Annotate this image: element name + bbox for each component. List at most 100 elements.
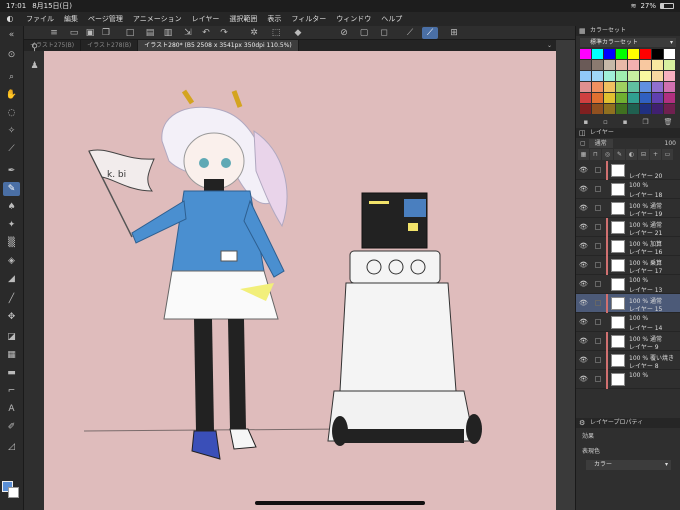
- new-layer-icon[interactable]: +: [650, 149, 661, 160]
- tab-illust-278[interactable]: イラスト278(B): [81, 40, 139, 51]
- color-swatch[interactable]: [652, 82, 663, 92]
- gradient-icon[interactable]: ▦: [3, 348, 20, 362]
- tab-illust-280[interactable]: イラスト280* (B5 2508 x 3541px 350dpi 110.5%…: [138, 40, 299, 51]
- color-swatch[interactable]: [592, 49, 603, 59]
- eye-icon[interactable]: 👁: [579, 166, 588, 174]
- layer-row[interactable]: 👁 100 % 乗算 レイヤー 17: [576, 256, 680, 275]
- color-swatch[interactable]: [628, 104, 639, 114]
- menu-selection[interactable]: 選択範囲: [229, 14, 257, 24]
- layer-row[interactable]: 👁 100 % 通常 レイヤー 21: [576, 218, 680, 237]
- app-logo-icon[interactable]: ◐: [4, 14, 16, 24]
- opacity-value[interactable]: 100: [665, 140, 676, 147]
- color-swatch[interactable]: [628, 49, 639, 59]
- layer-row[interactable]: 👁 100 % レイヤー 14: [576, 313, 680, 332]
- color-swatch[interactable]: [592, 82, 603, 92]
- brush-icon[interactable]: ♠: [3, 200, 20, 214]
- eye-icon[interactable]: 👁: [579, 375, 588, 383]
- eye-icon[interactable]: 👁: [579, 280, 588, 288]
- color-swatch[interactable]: [580, 60, 591, 70]
- color-swatch[interactable]: [604, 71, 615, 81]
- deselect-icon[interactable]: ◻: [376, 27, 392, 39]
- layer-panel-header[interactable]: ◫ レイヤー: [576, 128, 680, 138]
- pencil-icon[interactable]: ✎: [3, 182, 20, 196]
- color-swatch[interactable]: [664, 82, 675, 92]
- search-icon[interactable]: ⌕: [3, 70, 20, 84]
- layer-row[interactable]: 👁 100 % レイヤー 13: [576, 275, 680, 294]
- chevron-down-icon[interactable]: ⌄: [543, 40, 556, 51]
- settings-icon[interactable]: ✲: [246, 27, 262, 39]
- color-swatch[interactable]: [664, 60, 675, 70]
- canvas[interactable]: k. bi: [44, 51, 556, 510]
- eye-icon[interactable]: 👁: [579, 242, 588, 250]
- sub-color-swatch[interactable]: [8, 487, 19, 498]
- expression-color-select[interactable]: カラー ▾: [586, 460, 671, 470]
- layer-checkbox[interactable]: [595, 262, 601, 268]
- layer-checkbox[interactable]: [595, 224, 601, 230]
- menu-file[interactable]: ファイル: [26, 14, 54, 24]
- layer-checkbox[interactable]: [595, 357, 601, 363]
- color-swatch[interactable]: [604, 49, 615, 59]
- layer-property-header[interactable]: ⚙ レイヤープロパティ: [576, 418, 680, 428]
- lock-icon[interactable]: ▢: [580, 140, 586, 147]
- layer-row[interactable]: 👁 100 % 通常 レイヤー 15: [576, 294, 680, 313]
- reference-icon[interactable]: ◎: [602, 149, 613, 160]
- color-swatch[interactable]: [604, 60, 615, 70]
- color-swatch[interactable]: [580, 93, 591, 103]
- collapse-icon[interactable]: «: [3, 28, 20, 42]
- color-swatch[interactable]: [640, 82, 651, 92]
- layer-checkbox[interactable]: [595, 338, 601, 344]
- save-icon[interactable]: ▥: [160, 27, 176, 39]
- select-icon[interactable]: ▢: [356, 27, 372, 39]
- blend-mode-select[interactable]: 通常: [588, 139, 613, 148]
- color-swatch[interactable]: [580, 71, 591, 81]
- layer-checkbox[interactable]: [595, 186, 601, 192]
- ruler-icon[interactable]: ⌐: [3, 384, 20, 398]
- color-swatch[interactable]: [616, 82, 627, 92]
- color-swatch[interactable]: [652, 104, 663, 114]
- new-canvas-icon[interactable]: □: [122, 27, 138, 39]
- color-swatch[interactable]: [592, 93, 603, 103]
- add-color-icon[interactable]: ▪: [583, 118, 588, 126]
- color-swatch[interactable]: [628, 71, 639, 81]
- copy-color-icon[interactable]: ❐: [642, 118, 648, 126]
- layer-checkbox[interactable]: [595, 281, 601, 287]
- color-swatch[interactable]: [592, 104, 603, 114]
- menu-page[interactable]: ページ管理: [88, 14, 123, 24]
- clip-icon[interactable]: ⊓: [590, 149, 601, 160]
- layer-checkbox[interactable]: [595, 376, 601, 382]
- correct-line-icon[interactable]: ◿: [3, 440, 20, 454]
- eye-icon[interactable]: 👁: [579, 223, 588, 231]
- color-swatch[interactable]: [628, 93, 639, 103]
- fill-bucket-icon[interactable]: ◪: [3, 330, 20, 344]
- redo-icon[interactable]: ↷: [216, 27, 232, 39]
- color-swatch[interactable]: [652, 60, 663, 70]
- lock-transparent-icon[interactable]: ▦: [578, 149, 589, 160]
- eyedropper-icon[interactable]: ⟋: [3, 142, 20, 156]
- copy-icon[interactable]: ❐: [98, 27, 114, 39]
- color-swatch[interactable]: [628, 60, 639, 70]
- color-swatch[interactable]: [616, 49, 627, 59]
- menu-window[interactable]: ウィンドウ: [336, 14, 371, 24]
- layer-row[interactable]: 👁 100 % 加算 レイヤー 16: [576, 237, 680, 256]
- layer-row[interactable]: 👁 レイヤー 20: [576, 161, 680, 180]
- eye-icon[interactable]: 👁: [579, 185, 588, 193]
- color-swatch[interactable]: [652, 93, 663, 103]
- pin-icon[interactable]: ⚲: [26, 41, 43, 55]
- blend-icon[interactable]: ◢: [3, 272, 20, 286]
- color-swatch[interactable]: [640, 60, 651, 70]
- color-swatch[interactable]: [604, 93, 615, 103]
- decoration-icon[interactable]: ▒: [3, 236, 20, 250]
- layer-checkbox[interactable]: [595, 205, 601, 211]
- grid-snap-icon[interactable]: ⊞: [446, 27, 462, 39]
- replace-color-icon[interactable]: ▫: [603, 118, 608, 126]
- color-swatch[interactable]: [640, 104, 651, 114]
- draft-icon[interactable]: ✎: [614, 149, 625, 160]
- magic-wand-icon[interactable]: ✧: [3, 124, 20, 138]
- new-file-icon[interactable]: ▭: [66, 27, 82, 39]
- color-swatch[interactable]: [640, 93, 651, 103]
- eye-icon[interactable]: 👁: [579, 261, 588, 269]
- color-swatch[interactable]: [580, 49, 591, 59]
- eye-icon[interactable]: 👁: [579, 318, 588, 326]
- layer-checkbox[interactable]: [595, 300, 601, 306]
- menu-help[interactable]: ヘルプ: [381, 14, 402, 24]
